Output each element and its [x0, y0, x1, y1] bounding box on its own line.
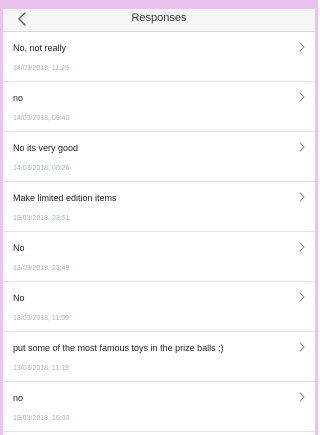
- chevron-right-icon: [299, 192, 305, 202]
- chevron-right-icon: [299, 142, 305, 152]
- frame-border-left: [0, 0, 3, 435]
- response-text: No, not really: [13, 43, 67, 53]
- response-text: No: [13, 243, 25, 253]
- page-title: Responses: [131, 12, 187, 24]
- response-text: no: [13, 393, 24, 403]
- response-timestamp: 13/03/2018, 11:59: [13, 315, 69, 322]
- chevron-right-icon: [299, 292, 305, 302]
- response-text: No its very good: [13, 143, 79, 153]
- response-row[interactable]: No, not really 14/03/2018, 11:25: [3, 32, 315, 82]
- response-timestamp: 14/03/2018, 11:25: [13, 65, 69, 72]
- response-timestamp: 13/03/2018, 23:49: [13, 265, 70, 272]
- response-timestamp: 13/03/2018, 11:19: [13, 365, 69, 372]
- response-timestamp: 14/03/2018, 09:40: [13, 115, 70, 122]
- response-row[interactable]: No 13/03/2018, 23:49: [3, 232, 315, 282]
- response-text: no: [13, 93, 24, 103]
- response-list: No, not really 14/03/2018, 11:25 no 14/0…: [3, 32, 315, 432]
- status-bar: [0, 0, 318, 9]
- response-row[interactable]: No 13/03/2018, 11:59: [3, 282, 315, 332]
- response-timestamp: 14/03/2018, 00:26: [13, 165, 70, 172]
- response-row[interactable]: No its very good 14/03/2018, 00:26: [3, 132, 315, 182]
- response-text: Make limited edition items: [13, 193, 117, 203]
- response-row[interactable]: Make limited edition items 13/03/2018, 2…: [3, 182, 315, 232]
- response-row[interactable]: no 13/03/2018, 10:00: [3, 382, 315, 432]
- response-row[interactable]: put some of the most famous toys in the …: [3, 332, 315, 382]
- chevron-right-icon: [299, 342, 305, 352]
- response-row[interactable]: no 14/03/2018, 09:40: [3, 82, 315, 132]
- response-timestamp: 13/03/2018, 10:00: [13, 415, 70, 422]
- response-text: No: [13, 293, 25, 303]
- navigation-header: Responses: [0, 9, 318, 32]
- chevron-right-icon: [299, 42, 305, 52]
- chevron-right-icon: [299, 392, 305, 402]
- response-text: put some of the most famous toys in the …: [13, 343, 224, 353]
- chevron-right-icon: [299, 242, 305, 252]
- response-timestamp: 13/03/2018, 23:51: [13, 215, 70, 222]
- frame-border-right: [315, 0, 318, 435]
- chevron-right-icon: [299, 92, 305, 102]
